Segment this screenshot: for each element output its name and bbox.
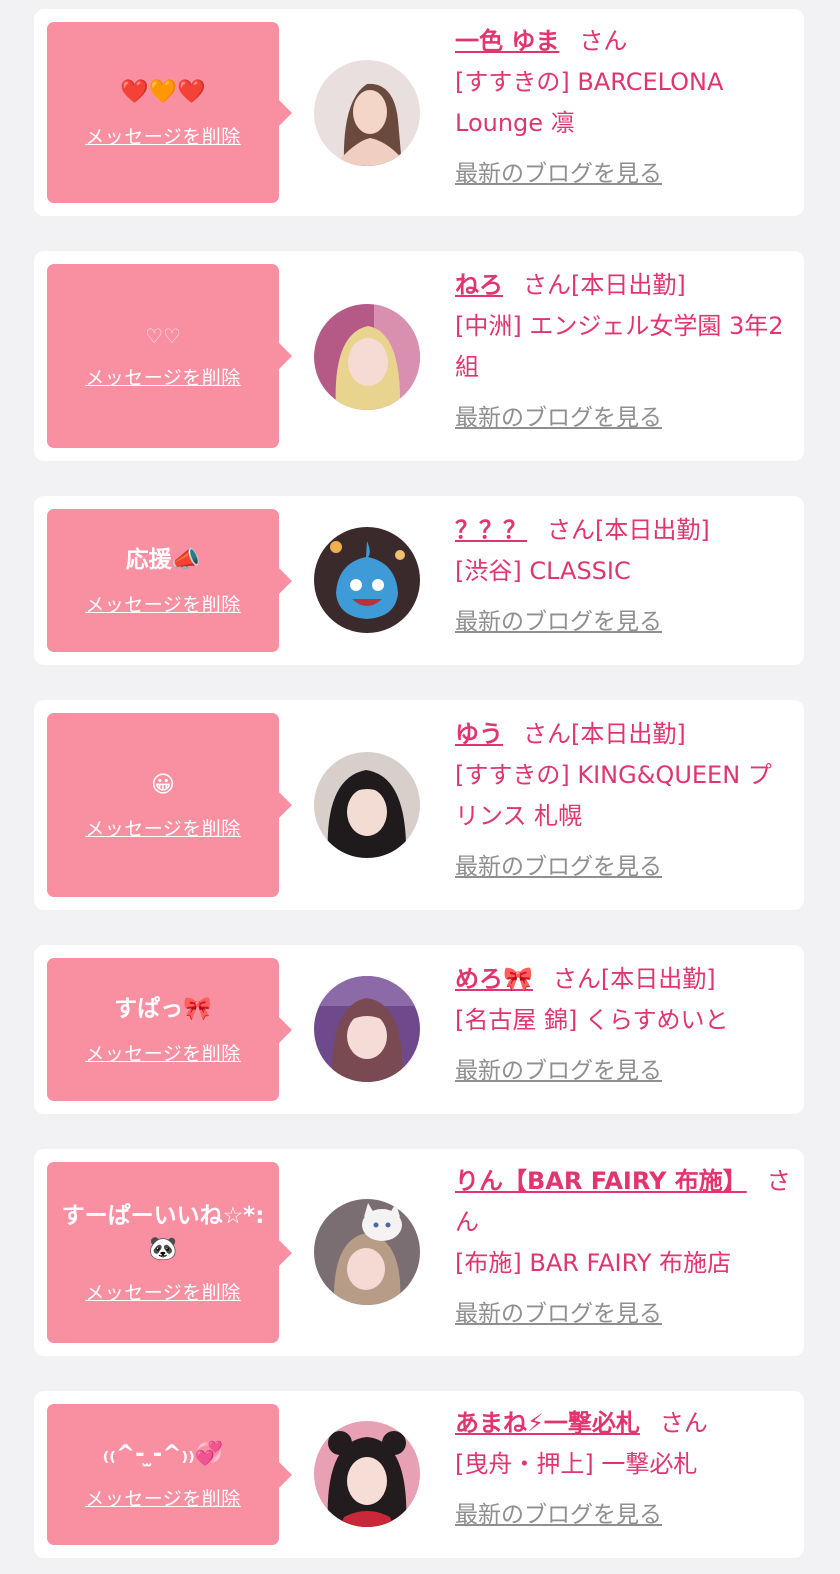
message-text: 応援📣 xyxy=(125,547,201,574)
delete-message-link[interactable]: メッセージを削除 xyxy=(85,363,241,390)
avatar[interactable] xyxy=(314,527,420,633)
cast-name-link[interactable]: りん【BAR FAIRY 布施】 xyxy=(455,1167,747,1195)
avatar[interactable] xyxy=(314,60,420,166)
message-text: ₍₍^- ̫-^₎₎💞 xyxy=(102,1441,224,1468)
san-suffix: さん xyxy=(659,1409,708,1437)
message-card: ❤️🧡❤️ メッセージを削除 一色 ゆま さん [すすきの] BARCELONA … xyxy=(34,9,804,216)
latest-blog-link[interactable]: 最新のブログを見る xyxy=(455,398,795,439)
message-box: すーぱーいいね☆*: 🐼 メッセージを削除 xyxy=(47,1162,292,1343)
message-card: ♡♡ メッセージを削除 ねろ さん[本日出勤] [中洲] エンジェル女学園 3年2… xyxy=(34,251,804,461)
message-card: すーぱーいいね☆*: 🐼 メッセージを削除 りん【BAR FAIRY 布施】 さん… xyxy=(34,1149,804,1356)
message-box: ❤️🧡❤️ メッセージを削除 xyxy=(47,22,292,203)
avatar[interactable] xyxy=(314,976,420,1082)
cast-info: あまね⚡一撃必札 さん [曳舟・押上] 一撃必札 最新のブログを見る xyxy=(455,1403,795,1536)
cast-info: りん【BAR FAIRY 布施】 さん [布施] BAR FAIRY 布施店 最新… xyxy=(455,1161,795,1335)
message-card: ₍₍^- ̫-^₎₎💞 メッセージを削除 あまね⚡一撃必札 さん [曳舟・押上] … xyxy=(34,1391,804,1558)
message-box: 😀 メッセージを削除 xyxy=(47,713,292,897)
shop-name: [名古屋 錦] くらすめいと xyxy=(455,1006,729,1034)
message-text: 😀 xyxy=(151,771,175,798)
message-card: すぱっ🎀 メッセージを削除 めろ🎀 さん[本日出勤] [名古屋 錦] くらすめいと… xyxy=(34,945,804,1114)
delete-message-link[interactable]: メッセージを削除 xyxy=(85,122,241,149)
status-label: [本日出勤] xyxy=(600,965,716,993)
delete-message-link[interactable]: メッセージを削除 xyxy=(85,590,241,617)
cast-info: めろ🎀 さん[本日出勤] [名古屋 錦] くらすめいと 最新のブログを見る xyxy=(455,959,795,1092)
cast-name-link[interactable]: ？？？ xyxy=(455,516,527,544)
message-box: ₍₍^- ̫-^₎₎💞 メッセージを削除 xyxy=(47,1404,292,1545)
message-text: ♡♡ xyxy=(145,324,181,348)
delete-message-link[interactable]: メッセージを削除 xyxy=(85,1278,241,1305)
message-text: すぱっ🎀 xyxy=(114,996,212,1023)
message-card: 応援📣 メッセージを削除 ？？？ さん[本日出勤] [渋谷] CLASSIC 最新… xyxy=(34,496,804,665)
latest-blog-link[interactable]: 最新のブログを見る xyxy=(455,602,795,643)
latest-blog-link[interactable]: 最新のブログを見る xyxy=(455,1051,795,1092)
status-label: [本日出勤] xyxy=(595,516,710,544)
avatar[interactable] xyxy=(314,752,420,858)
delete-message-link[interactable]: メッセージを削除 xyxy=(85,1039,241,1066)
cast-name-link[interactable]: ゆう xyxy=(455,720,503,748)
message-text: すーぱーいいね☆*: 🐼 xyxy=(61,1202,265,1262)
shop-name: [中洲] エンジェル女学園 3年2組 xyxy=(455,312,784,381)
cast-name-link[interactable]: めろ🎀 xyxy=(455,965,533,993)
shop-name: [すすきの] KING&QUEEN プリンス 札幌 xyxy=(455,761,772,830)
message-box: すぱっ🎀 メッセージを削除 xyxy=(47,958,292,1101)
cast-name-link[interactable]: 一色 ゆま xyxy=(455,27,559,55)
san-suffix: さん xyxy=(579,27,628,55)
delete-message-link[interactable]: メッセージを削除 xyxy=(85,814,241,841)
san-suffix: さん xyxy=(523,271,571,299)
message-box: 応援📣 メッセージを削除 xyxy=(47,509,292,652)
cast-name-link[interactable]: ねろ xyxy=(455,271,503,299)
shop-name: [すすきの] BARCELONA Lounge 凛 xyxy=(455,68,724,137)
status-label: [本日出勤] xyxy=(571,271,686,299)
delete-message-link[interactable]: メッセージを削除 xyxy=(85,1484,241,1511)
avatar[interactable] xyxy=(314,304,420,410)
avatar[interactable] xyxy=(314,1421,420,1527)
cast-info: ねろ さん[本日出勤] [中洲] エンジェル女学園 3年2組 最新のブログを見る xyxy=(455,265,795,439)
san-suffix: さん xyxy=(552,965,601,993)
message-text: ❤️🧡❤️ xyxy=(120,79,206,106)
latest-blog-link[interactable]: 最新のブログを見る xyxy=(455,1294,795,1335)
shop-name: [渋谷] CLASSIC xyxy=(455,557,631,585)
shop-name: [布施] BAR FAIRY 布施店 xyxy=(455,1249,732,1277)
cast-info: 一色 ゆま さん [すすきの] BARCELONA Lounge 凛 最新のブログ… xyxy=(455,21,795,195)
cast-info: ？？？ さん[本日出勤] [渋谷] CLASSIC 最新のブログを見る xyxy=(455,510,795,643)
cast-name-link[interactable]: あまね⚡一撃必札 xyxy=(455,1409,640,1437)
latest-blog-link[interactable]: 最新のブログを見る xyxy=(455,1495,795,1536)
avatar[interactable] xyxy=(314,1199,420,1305)
latest-blog-link[interactable]: 最新のブログを見る xyxy=(455,847,795,888)
cast-info: ゆう さん[本日出勤] [すすきの] KING&QUEEN プリンス 札幌 最新の… xyxy=(455,714,795,888)
shop-name: [曳舟・押上] 一撃必札 xyxy=(455,1450,698,1478)
san-suffix: さん xyxy=(523,720,571,748)
message-box: ♡♡ メッセージを削除 xyxy=(47,264,292,448)
message-card: 😀 メッセージを削除 ゆう さん[本日出勤] [すすきの] KING&QUEEN … xyxy=(34,700,804,910)
san-suffix: さん xyxy=(547,516,595,544)
status-label: [本日出勤] xyxy=(571,720,686,748)
latest-blog-link[interactable]: 最新のブログを見る xyxy=(455,154,795,195)
